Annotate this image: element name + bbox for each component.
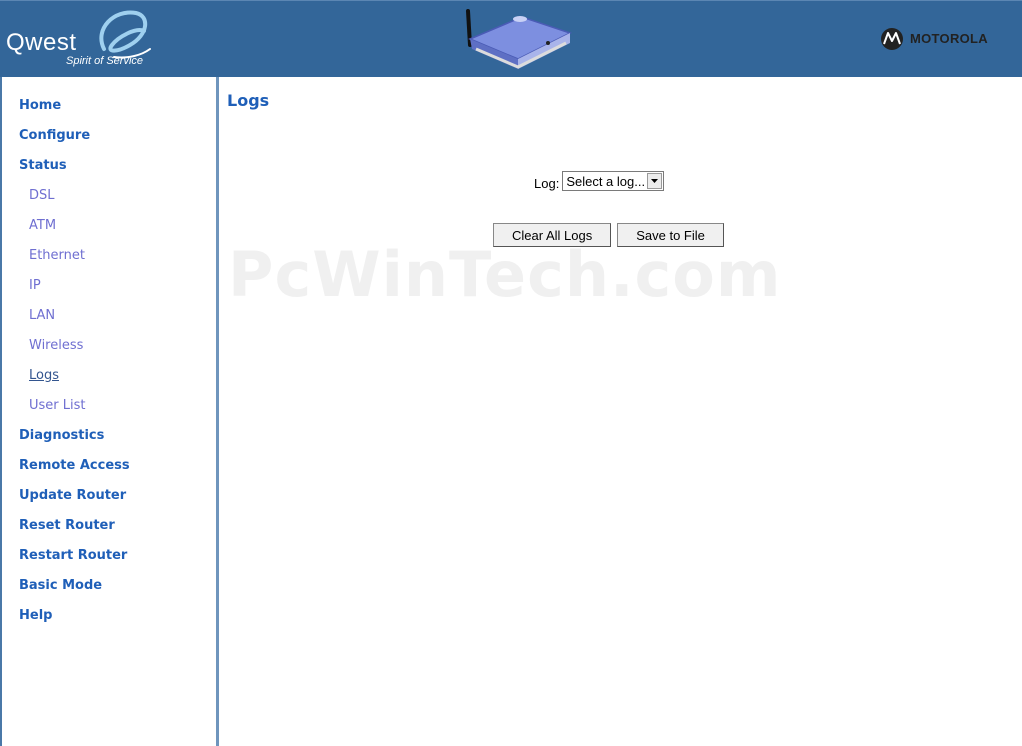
sidebar-item-home[interactable]: Home	[2, 91, 130, 121]
log-select-value: Select a log...	[566, 173, 646, 189]
sidebar-nav: Home Configure Status DSL ATM Ethernet I…	[2, 77, 219, 746]
sidebar-item-atm[interactable]: ATM	[2, 211, 130, 241]
sidebar-item-basic-mode[interactable]: Basic Mode	[2, 571, 130, 601]
sidebar-item-help[interactable]: Help	[2, 601, 130, 631]
main-content: Logs Log: Select a log... Clear All Logs…	[219, 77, 1022, 746]
log-label: Log:	[534, 175, 560, 191]
sidebar-item-configure[interactable]: Configure	[2, 121, 130, 151]
log-select-dropdown[interactable]: Select a log...	[562, 171, 665, 191]
sidebar-item-ip[interactable]: IP	[2, 271, 130, 301]
motorola-batwing-icon	[881, 28, 903, 50]
sidebar-item-user-list[interactable]: User List	[2, 391, 130, 421]
sidebar-item-update-router[interactable]: Update Router	[2, 481, 130, 511]
log-actions: Clear All Logs Save to File	[493, 223, 724, 247]
log-selector-row: Log: Select a log...	[534, 170, 665, 192]
clear-all-logs-button[interactable]: Clear All Logs	[493, 223, 612, 247]
nav-list: Home Configure Status DSL ATM Ethernet I…	[2, 91, 130, 631]
sidebar-item-status[interactable]: Status	[2, 151, 130, 181]
qwest-logo[interactable]: Qwest Spirit of Service	[4, 9, 154, 73]
dropdown-arrow-icon[interactable]	[647, 173, 663, 189]
sidebar-item-ethernet[interactable]: Ethernet	[2, 241, 130, 271]
sidebar-item-dsl[interactable]: DSL	[2, 181, 130, 211]
sidebar-item-remote-access[interactable]: Remote Access	[2, 451, 130, 481]
sidebar-item-diagnostics[interactable]: Diagnostics	[2, 421, 130, 451]
page-title: Logs	[227, 91, 270, 110]
router-image-icon	[466, 9, 572, 69]
qwest-logo-text: Qwest	[6, 29, 77, 56]
sidebar-item-restart-router[interactable]: Restart Router	[2, 541, 130, 571]
sidebar-item-reset-router[interactable]: Reset Router	[2, 511, 130, 541]
motorola-wordmark: MOTOROLA	[910, 31, 988, 46]
save-to-file-button[interactable]: Save to File	[617, 223, 724, 247]
qwest-tagline: Spirit of Service	[66, 55, 144, 67]
sidebar-item-logs[interactable]: Logs	[2, 361, 130, 391]
header-banner: Qwest Spirit of Service MOTOROLA	[0, 0, 1022, 77]
sidebar-item-wireless[interactable]: Wireless	[2, 331, 130, 361]
sidebar-item-lan[interactable]: LAN	[2, 301, 130, 331]
